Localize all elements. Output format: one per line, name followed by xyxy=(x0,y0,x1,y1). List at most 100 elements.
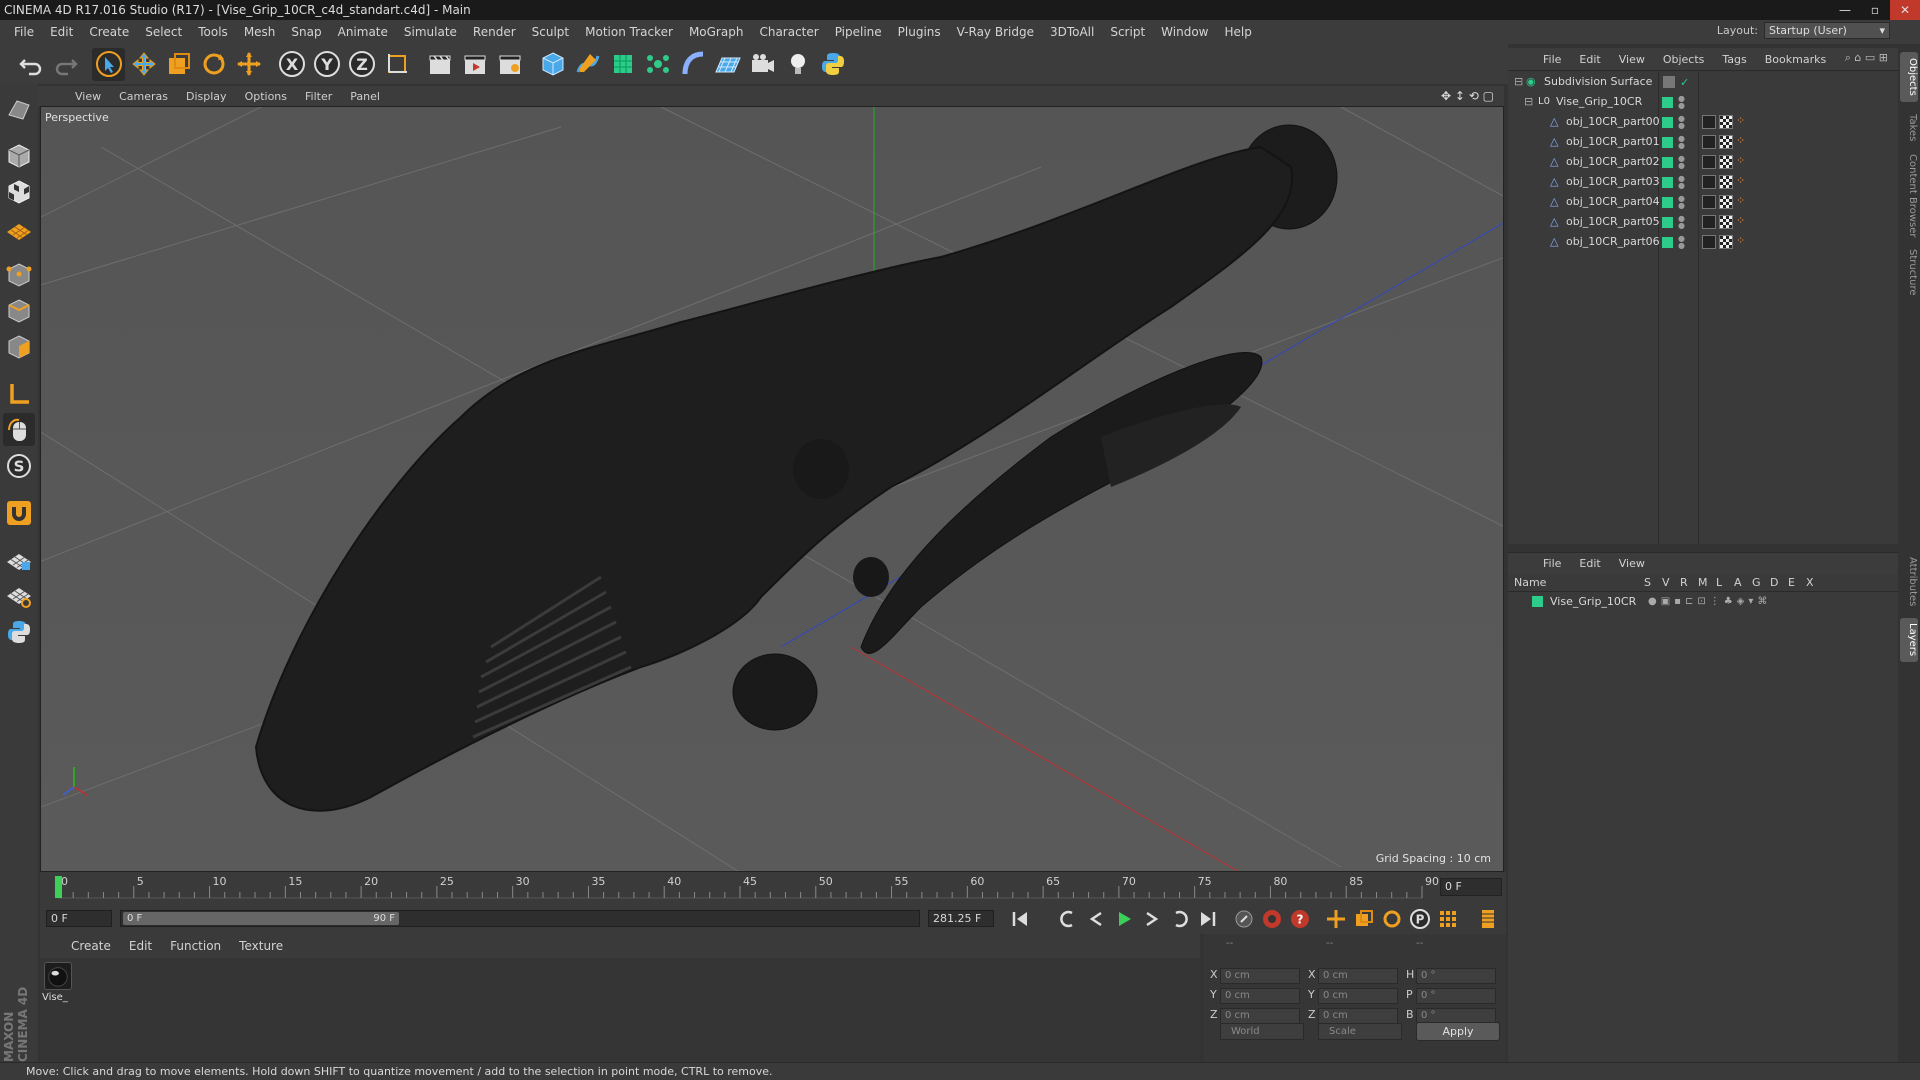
material-name[interactable]: Vise_ xyxy=(42,992,68,1003)
coordinate-system-button[interactable] xyxy=(380,48,413,81)
key-scale-button[interactable] xyxy=(1352,907,1376,931)
close-button[interactable]: ✕ xyxy=(1890,0,1920,20)
texture-tag-icon[interactable] xyxy=(1719,175,1733,189)
keyframe-selection-button[interactable]: ? xyxy=(1288,907,1312,931)
record-active-objects-button[interactable] xyxy=(1232,907,1256,931)
transform-mode-dropdown[interactable]: Scale xyxy=(1318,1023,1402,1040)
column-animation[interactable]: A xyxy=(1734,576,1742,589)
phong-tag-icon[interactable] xyxy=(1702,115,1716,129)
column-generators[interactable]: G xyxy=(1752,576,1761,589)
visibility-dots[interactable]: ● ● xyxy=(1678,95,1685,110)
tab-attributes[interactable]: Attributes xyxy=(1900,552,1918,612)
coordinate-mode-dropdown[interactable]: World xyxy=(1220,1023,1304,1040)
layer-color-swatch[interactable] xyxy=(1662,137,1673,148)
snapping-button[interactable]: S xyxy=(3,449,35,482)
size-x-field[interactable]: 0 cm xyxy=(1318,968,1398,984)
tab-layers[interactable]: Layers xyxy=(1900,618,1918,662)
selection-tag-icon[interactable]: ⁘ xyxy=(1736,155,1746,169)
menu-help[interactable]: Help xyxy=(1216,25,1259,39)
rotate-tool-button[interactable] xyxy=(197,48,230,81)
menu-pipeline[interactable]: Pipeline xyxy=(827,25,890,39)
column-manager[interactable]: M xyxy=(1698,576,1708,589)
previous-frame-button[interactable] xyxy=(1084,907,1108,931)
redo-button[interactable] xyxy=(49,48,82,81)
menu-tools[interactable]: Tools xyxy=(190,25,236,39)
transform-tool-button[interactable] xyxy=(232,48,265,81)
menu-plugins[interactable]: Plugins xyxy=(890,25,949,39)
timeline-window-button[interactable] xyxy=(1476,907,1500,931)
layer-color-swatch[interactable] xyxy=(1662,237,1673,248)
viewport-menu-view[interactable]: View xyxy=(66,90,110,103)
playhead[interactable] xyxy=(55,876,62,898)
om-menu-edit[interactable]: Edit xyxy=(1570,53,1609,66)
object-row-part02[interactable]: △ obj_10CR_part02 ● ● ⁘ xyxy=(1508,152,1898,172)
render-view-button[interactable] xyxy=(423,48,456,81)
material-menu-texture[interactable]: Texture xyxy=(230,939,292,953)
timeline[interactable]: 0 5 10 15 20 25 30 35 40 45 50 55 60 65 70 75 80 85 90 0 F xyxy=(40,872,1506,904)
texture-mode-button[interactable] xyxy=(3,175,35,208)
column-solo[interactable]: S xyxy=(1644,576,1651,589)
tab-structure[interactable]: Structure xyxy=(1900,244,1918,300)
collapse-toggle[interactable]: ⊟ xyxy=(1524,92,1533,112)
texture-tag-icon[interactable] xyxy=(1719,195,1733,209)
phong-tag-icon[interactable] xyxy=(1702,155,1716,169)
play-button[interactable] xyxy=(1112,907,1136,931)
material-menu-edit[interactable]: Edit xyxy=(120,939,161,953)
selection-tag-icon[interactable]: ⁘ xyxy=(1736,215,1746,229)
object-row-part01[interactable]: △ obj_10CR_part01 ● ● ⁘ xyxy=(1508,132,1898,152)
key-parameter-button[interactable]: P xyxy=(1408,907,1432,931)
material-menu-function[interactable]: Function xyxy=(161,939,230,953)
y-axis-button[interactable]: Y xyxy=(310,48,343,81)
om-menu-bookmarks[interactable]: Bookmarks xyxy=(1756,53,1835,66)
next-keyframe-button[interactable] xyxy=(1168,907,1192,931)
magnet-tool-button[interactable] xyxy=(3,496,35,529)
phong-tag-icon[interactable] xyxy=(1702,235,1716,249)
om-menu-tags[interactable]: Tags xyxy=(1713,53,1755,66)
layer-color-swatch[interactable] xyxy=(1662,217,1673,228)
lm-menu-edit[interactable]: Edit xyxy=(1570,557,1609,570)
texture-tag-icon[interactable] xyxy=(1719,135,1733,149)
visibility-dots[interactable]: ● ● xyxy=(1678,115,1685,130)
lock-workplane-button[interactable] xyxy=(3,543,35,576)
preview-range-handle[interactable]: 0 F 90 F xyxy=(123,912,399,925)
start-frame-field[interactable]: 0 F xyxy=(46,910,112,927)
3d-viewport[interactable]: Perspective Grid Spacing : 10 cm xyxy=(40,106,1504,872)
object-row-part05[interactable]: △ obj_10CR_part05 ● ● ⁘ xyxy=(1508,212,1898,232)
points-mode-button[interactable] xyxy=(3,258,35,291)
end-frame-field[interactable]: 281.25 F xyxy=(928,910,994,927)
rotation-p-field[interactable]: 0 ° xyxy=(1416,988,1496,1004)
menu-simulate[interactable]: Simulate xyxy=(396,25,465,39)
phong-tag-icon[interactable] xyxy=(1702,135,1716,149)
phong-tag-icon[interactable] xyxy=(1702,175,1716,189)
z-axis-button[interactable]: Z xyxy=(345,48,378,81)
layer-color-swatch[interactable] xyxy=(1662,157,1673,168)
menu-vray-bridge[interactable]: V-Ray Bridge xyxy=(949,25,1042,39)
undo-button[interactable] xyxy=(14,48,47,81)
layer-icon[interactable] xyxy=(1663,76,1675,88)
om-menu-objects[interactable]: Objects xyxy=(1654,53,1714,66)
maximize-button[interactable]: ▫ xyxy=(1860,0,1890,20)
om-menu-file[interactable]: File xyxy=(1534,53,1570,66)
enabled-check-icon[interactable]: ✓ xyxy=(1680,73,1689,93)
selection-tag-icon[interactable]: ⁘ xyxy=(1736,235,1746,249)
layer-row[interactable]: Vise_Grip_10CR ●▣▪⊏⊡⋮♣◈▾⌘ xyxy=(1508,592,1898,612)
object-row-subdivision-surface[interactable]: ⊟ ◉ Subdivision Surface ✓ xyxy=(1508,72,1898,92)
column-view[interactable]: V xyxy=(1662,576,1670,589)
next-frame-button[interactable] xyxy=(1140,907,1164,931)
rotation-h-field[interactable]: 0 ° xyxy=(1416,968,1496,984)
texture-tag-icon[interactable] xyxy=(1719,155,1733,169)
x-axis-button[interactable]: X xyxy=(275,48,308,81)
menu-mesh[interactable]: Mesh xyxy=(236,25,284,39)
column-locked[interactable]: L xyxy=(1716,576,1722,589)
mograph-cloner-button[interactable] xyxy=(641,48,674,81)
object-row-part00[interactable]: △ obj_10CR_part00 ● ● ⁘ xyxy=(1508,112,1898,132)
menu-select[interactable]: Select xyxy=(137,25,190,39)
deformer-button[interactable] xyxy=(676,48,709,81)
menu-mograph[interactable]: MoGraph xyxy=(681,25,752,39)
menu-character[interactable]: Character xyxy=(751,25,826,39)
selection-tag-icon[interactable]: ⁘ xyxy=(1736,195,1746,209)
visibility-dots[interactable]: ● ● xyxy=(1678,135,1685,150)
layer-color-swatch[interactable] xyxy=(1662,117,1673,128)
visibility-dots[interactable]: ● ● xyxy=(1678,215,1685,230)
current-frame-field[interactable]: 0 F xyxy=(1440,878,1502,896)
